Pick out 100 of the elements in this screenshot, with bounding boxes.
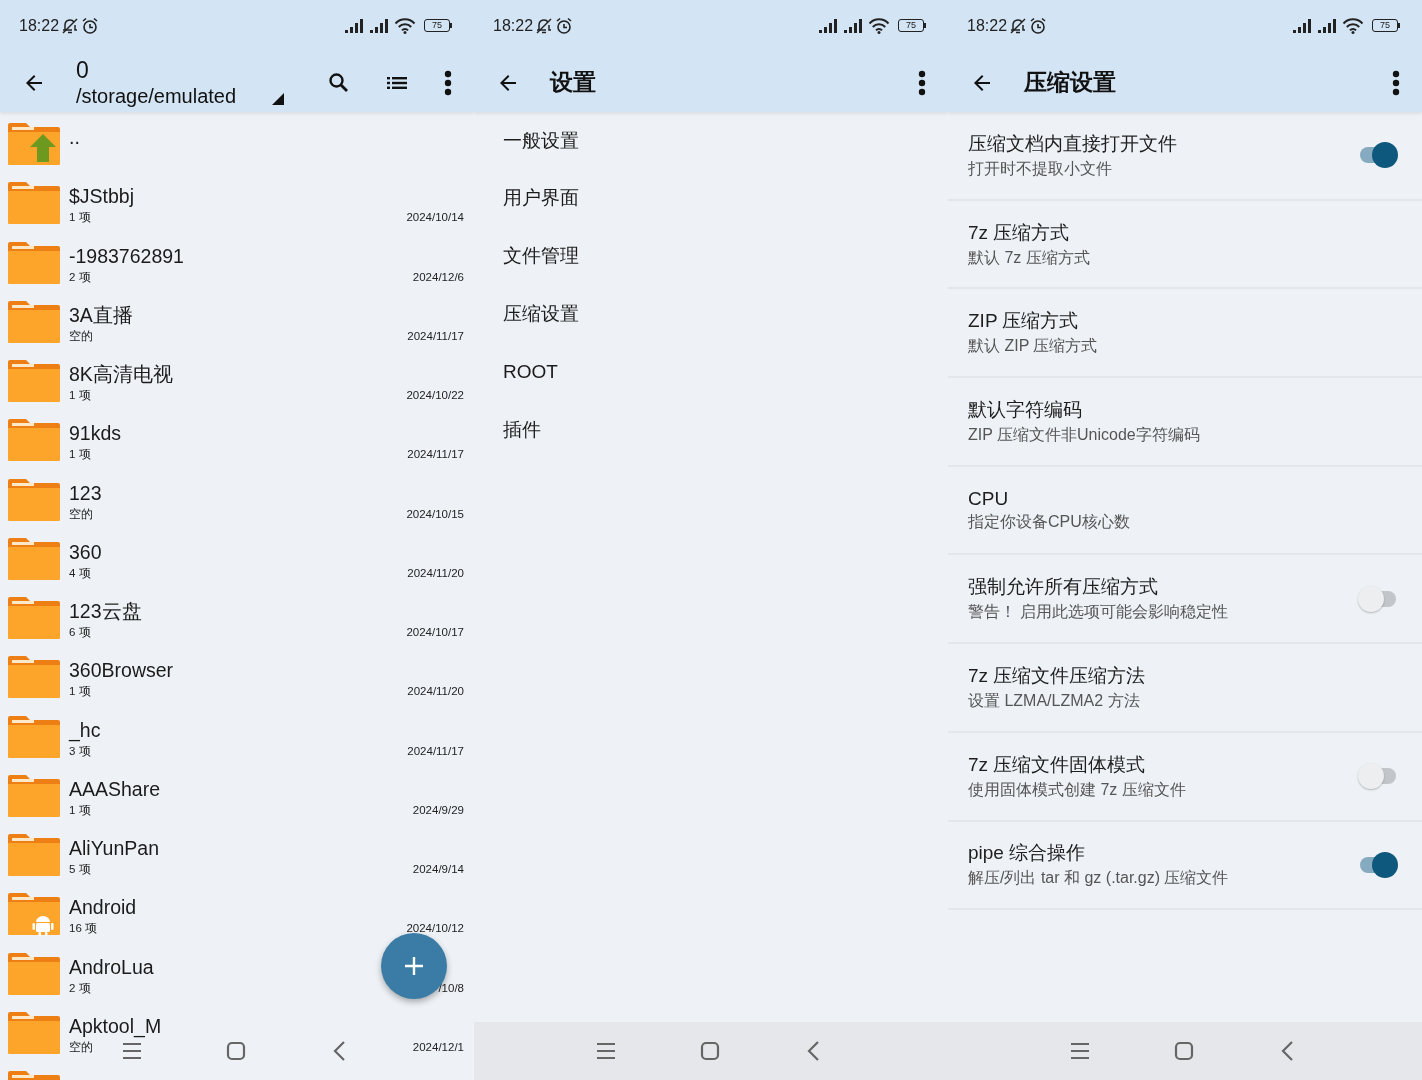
android-folder-icon [7, 892, 61, 937]
setting-description: ZIP 压缩文件非Unicode字符编码 [968, 424, 1201, 445]
folder-icon [7, 1010, 61, 1055]
setting-description: 设置 LZMA/LZMA2 方法 [968, 690, 1141, 711]
folder-icon [7, 714, 61, 759]
mute-bell-icon [1009, 16, 1028, 35]
setting-title[interactable]: 7z 压缩方式 [968, 219, 1398, 246]
item-count: 16 项 [69, 921, 97, 937]
settings-category[interactable]: 压缩设置 [503, 301, 579, 327]
setting-title[interactable]: 默认字符编码 [968, 396, 1398, 423]
item-count: 1 项 [69, 388, 91, 403]
modified-date: 2024/10/14 [406, 210, 464, 226]
folder-name[interactable]: Android [69, 894, 464, 921]
setting-title[interactable]: 7z 压缩文件固体模式 [968, 751, 1358, 778]
home-icon[interactable] [225, 1040, 247, 1062]
modified-date: 2024/11/20 [407, 565, 464, 581]
folder-icon [7, 596, 61, 640]
parent-folder-icon [7, 122, 61, 166]
modified-date: /10/8 [438, 980, 464, 996]
battery-level: 75 [1369, 19, 1400, 32]
folder-icon [7, 418, 61, 463]
screen-title: 压缩设置 [1024, 68, 1116, 97]
mute-bell-icon [61, 16, 80, 35]
item-count: 2 项 [69, 980, 91, 996]
folder-name[interactable]: _hc [69, 716, 464, 743]
setting-title[interactable]: CPU [968, 487, 1398, 510]
battery-level: 75 [895, 19, 926, 32]
modified-date: 2024/9/14 [412, 862, 464, 877]
wifi-icon [1342, 17, 1364, 34]
setting-title[interactable]: 7z 压缩文件压缩方法 [968, 662, 1398, 689]
folder-name[interactable]: 123 [69, 479, 464, 506]
folder-name[interactable]: 360Browser [69, 657, 464, 684]
modified-date: 2024/9/29 [412, 802, 464, 818]
modified-date: 2024/11/20 [407, 684, 464, 700]
modified-date: 2024/10/15 [406, 506, 464, 522]
setting-title[interactable]: 压缩文档内直接打开文件 [968, 130, 1358, 157]
menu-icon[interactable] [595, 1041, 617, 1061]
folder-icon [7, 536, 61, 581]
folder-name[interactable]: Apktool_M [69, 1012, 464, 1039]
alarm-icon [555, 16, 574, 35]
toggle-switch[interactable] [1358, 584, 1398, 613]
home-icon[interactable] [699, 1040, 721, 1062]
settings-category[interactable]: 文件管理 [503, 243, 579, 269]
folder-icon [7, 299, 61, 344]
screen-title: 设置 [550, 68, 596, 97]
alarm-icon [1029, 16, 1048, 35]
setting-description: 解压/列出 tar 和 gz (.tar.gz) 压缩文件 [968, 868, 1230, 889]
mute-bell-icon [535, 16, 554, 35]
signal-icon [843, 18, 863, 33]
folder-icon [7, 951, 61, 996]
toggle-switch[interactable] [1358, 141, 1398, 170]
signal-icon [369, 18, 389, 33]
toggle-switch[interactable] [1358, 850, 1398, 879]
folder-title: 0 [76, 56, 90, 83]
item-count: 1 项 [69, 802, 91, 818]
setting-title[interactable]: pipe 综合操作 [968, 840, 1358, 867]
setting-description: 警告！ 启用此选项可能会影响稳定性 [968, 602, 1230, 623]
dropdown-icon[interactable] [272, 93, 285, 105]
folder-name[interactable]: 123云盘 [69, 598, 464, 624]
settings-category[interactable]: 插件 [503, 417, 541, 443]
folder-icon [7, 240, 61, 285]
item-count: 空的 [69, 506, 93, 522]
setting-description: 默认 7z 压缩方式 [968, 247, 1091, 268]
folder-name[interactable]: 3A直播 [69, 301, 464, 328]
menu-icon[interactable] [1069, 1041, 1091, 1061]
alarm-icon [81, 16, 100, 35]
more-icon[interactable] [917, 69, 927, 96]
folder-name[interactable]: 91kds [69, 420, 464, 447]
home-icon[interactable] [1173, 1040, 1195, 1062]
settings-category[interactable]: ROOT [503, 361, 558, 383]
more-icon[interactable] [1391, 69, 1401, 96]
setting-title[interactable]: 强制允许所有压缩方式 [968, 574, 1358, 601]
more-icon[interactable] [443, 69, 453, 96]
menu-icon[interactable] [121, 1041, 143, 1061]
settings-category[interactable]: 用户界面 [503, 185, 579, 211]
modified-date: 2024/12/6 [412, 269, 464, 285]
settings-category[interactable]: 一般设置 [503, 128, 579, 154]
signal-icon [1292, 18, 1312, 33]
folder-name[interactable]: AndroLua [69, 953, 464, 980]
setting-description: 默认 ZIP 压缩方式 [968, 336, 1099, 357]
status-time: 18:22 [19, 16, 60, 35]
wifi-icon [394, 17, 416, 34]
signal-icon [818, 18, 838, 33]
folder-name[interactable]: AAAShare [69, 775, 464, 802]
folder-icon [7, 655, 61, 700]
item-count: 空的 [69, 328, 93, 344]
folder-name[interactable]: .. [69, 124, 464, 150]
setting-description: 打开时不提取小文件 [968, 158, 1113, 179]
toggle-switch[interactable] [1358, 762, 1398, 791]
folder-name[interactable]: 8K高清电视 [69, 361, 464, 387]
item-count: 1 项 [69, 447, 91, 463]
status-time: 18:22 [967, 16, 1008, 35]
setting-title[interactable]: ZIP 压缩方式 [968, 308, 1398, 335]
folder-name[interactable]: 360 [69, 538, 464, 565]
folder-name[interactable]: -1983762891 [69, 242, 464, 269]
item-count: 5 项 [69, 862, 91, 877]
folder-icon [7, 477, 61, 522]
item-count: 2 项 [69, 269, 91, 285]
folder-name[interactable]: $JStbbj [69, 183, 464, 210]
folder-name[interactable]: AliYunPan [69, 835, 464, 861]
